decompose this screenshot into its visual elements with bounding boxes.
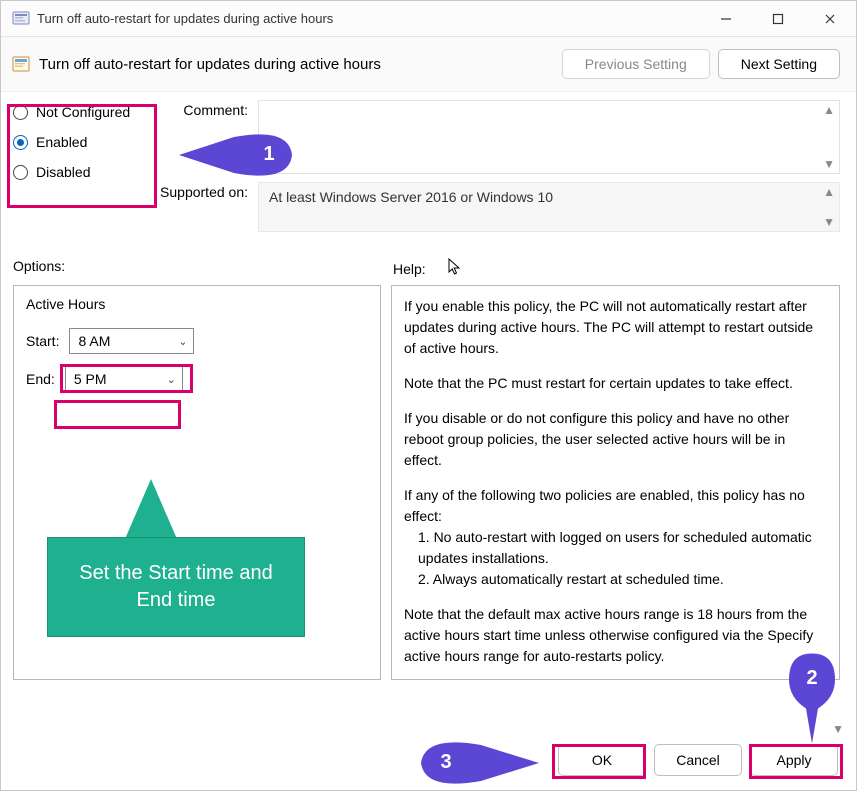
chevron-down-icon: ⌄: [167, 373, 176, 386]
header-row: Turn off auto-restart for updates during…: [1, 37, 856, 92]
help-heading: Help:: [393, 261, 426, 277]
scroll-up-icon[interactable]: ▲: [823, 103, 835, 117]
policy-title: Turn off auto-restart for updates during…: [39, 56, 554, 73]
minimize-button[interactable]: [700, 1, 752, 37]
app-icon: [11, 10, 31, 28]
start-time-dropdown[interactable]: 8 AM ⌄: [69, 328, 194, 354]
scroll-down-icon[interactable]: ▼: [823, 215, 835, 229]
policy-editor-window: Turn off auto-restart for updates during…: [0, 0, 857, 791]
radio-not-configured[interactable]: Not Configured: [13, 104, 158, 120]
help-text: If you enable this policy, the PC will n…: [404, 296, 819, 667]
maximize-button[interactable]: [752, 1, 804, 37]
radio-icon: [13, 165, 28, 180]
callout-number-3: 3: [436, 751, 456, 774]
end-time-dropdown[interactable]: 5 PM ⌄: [65, 366, 183, 392]
apply-button[interactable]: Apply: [750, 744, 838, 776]
start-time-value: 8 AM: [78, 333, 110, 349]
end-time-value: 5 PM: [74, 371, 107, 387]
chevron-down-icon: ⌄: [178, 335, 187, 348]
next-setting-button[interactable]: Next Setting: [718, 49, 840, 79]
ok-button[interactable]: OK: [558, 744, 646, 776]
previous-setting-button[interactable]: Previous Setting: [562, 49, 710, 79]
options-heading: Options:: [13, 258, 65, 274]
callout-arrow-3: 3: [419, 741, 539, 788]
scroll-down-icon[interactable]: ▼: [823, 157, 835, 171]
options-panel: Active Hours Start: 8 AM ⌄ End: 5 PM ⌄: [13, 285, 381, 680]
titlebar: Turn off auto-restart for updates during…: [1, 1, 856, 37]
supported-on-box: At least Windows Server 2016 or Windows …: [258, 182, 840, 232]
state-radio-group: Not Configured Enabled Disabled: [13, 100, 158, 240]
comment-label: Comment:: [158, 100, 258, 118]
scroll-up-icon[interactable]: ▲: [823, 185, 835, 199]
end-label: End:: [26, 371, 55, 387]
supported-on-label: Supported on:: [158, 182, 258, 200]
supported-on-value: At least Windows Server 2016 or Windows …: [269, 189, 553, 205]
active-hours-heading: Active Hours: [26, 296, 368, 312]
radio-icon: [13, 135, 28, 150]
help-panel: If you enable this policy, the PC will n…: [391, 285, 840, 680]
mouse-cursor-icon: [448, 258, 462, 279]
radio-icon: [13, 105, 28, 120]
radio-disabled[interactable]: Disabled: [13, 164, 158, 180]
radio-enabled[interactable]: Enabled: [13, 134, 158, 150]
policy-icon: [11, 54, 31, 74]
close-button[interactable]: [804, 1, 856, 37]
radio-label: Disabled: [36, 164, 90, 180]
comment-textarea[interactable]: ▲ ▼: [258, 100, 840, 174]
scroll-down-icon[interactable]: ▼: [832, 722, 844, 736]
cancel-button[interactable]: Cancel: [654, 744, 742, 776]
radio-label: Not Configured: [36, 104, 130, 120]
window-title: Turn off auto-restart for updates during…: [37, 11, 700, 26]
radio-label: Enabled: [36, 134, 87, 150]
start-label: Start:: [26, 333, 59, 349]
dialog-buttons: OK Cancel Apply: [550, 744, 838, 776]
